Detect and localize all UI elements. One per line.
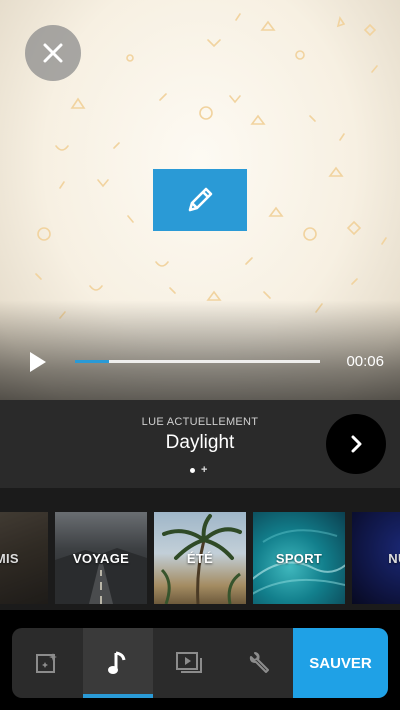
theme-label: AMIS [0,550,19,566]
theme-label: ÉTÉ [186,550,214,566]
theme-label: SPORT [275,550,323,566]
close-button[interactable] [25,25,81,81]
wrench-icon [249,652,269,673]
video-preview[interactable]: 00:06 [0,0,400,400]
play-icon [30,352,46,372]
current-time: 00:06 [346,353,384,370]
theme-tile-ete[interactable]: ÉTÉ [154,512,246,604]
theme-label: NU [388,550,400,566]
theme-tile-voyage[interactable]: VOYAGE [55,512,147,604]
tab-music[interactable] [83,628,153,698]
play-button[interactable] [26,350,50,374]
video-clip-icon [176,652,202,673]
progress-bar[interactable] [75,360,320,363]
page-indicator: + [190,465,207,476]
theme-tile-amis[interactable]: AMIS [0,512,48,604]
theme-tile-nu[interactable]: NU [352,512,400,604]
add-page-icon[interactable]: + [201,465,207,476]
progress-fill [75,360,109,363]
tab-photos[interactable] [12,628,82,698]
theme-carousel[interactable]: AMIS VOYAGE ÉTÉ SPORT NU [0,488,400,610]
theme-tile-sport[interactable]: SPORT [253,512,345,604]
edit-button[interactable] [153,169,247,231]
pencil-icon [188,187,213,212]
close-icon [43,43,63,63]
page-dot-active [190,467,195,473]
save-button[interactable]: SAUVER [293,628,388,698]
music-note-icon [108,651,126,674]
active-tab-indicator [83,694,153,698]
preview-shade [0,300,400,400]
tab-video[interactable] [154,628,224,698]
bottom-toolbar: SAUVER [12,628,388,698]
theme-label: VOYAGE [72,550,130,566]
next-track-button[interactable] [326,414,386,474]
chevron-right-icon [351,435,362,453]
tab-settings[interactable] [224,628,294,698]
photo-sparkle-icon [36,653,57,673]
